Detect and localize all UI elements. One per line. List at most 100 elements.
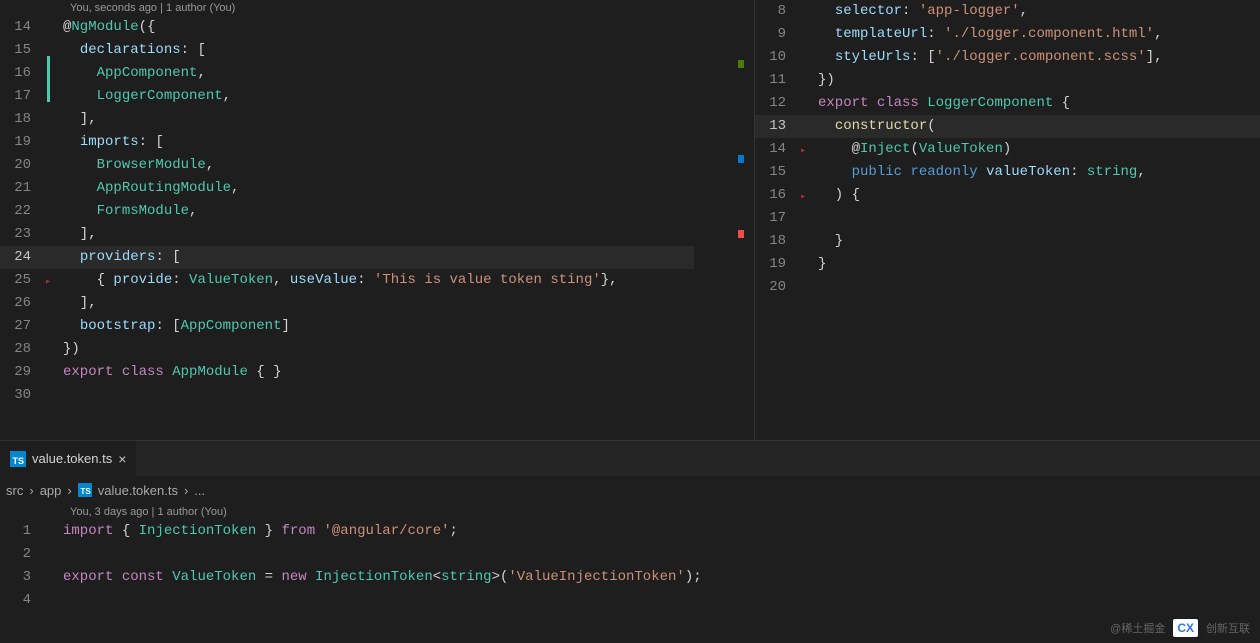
code-text[interactable]: AppRoutingModule, [63,177,754,200]
code-line[interactable]: 17 [755,207,1260,230]
breadcrumb[interactable]: src › app › TS value.token.ts › ... [0,476,1260,504]
code-line[interactable]: 4 [0,589,1260,612]
line-number[interactable]: 22 [0,200,45,223]
code-text[interactable]: @Inject(ValueToken) [818,138,1260,161]
code-line[interactable]: 1import { InjectionToken } from '@angula… [0,520,1260,543]
breakpoint-gutter[interactable] [800,253,818,276]
code-line[interactable]: 20 BrowserModule, [0,154,754,177]
code-line[interactable]: 23 ], [0,223,754,246]
line-number[interactable]: 27 [0,315,45,338]
breakpoint-gutter[interactable] [800,276,818,299]
breakpoint-gutter[interactable] [45,338,63,361]
code-text[interactable]: export class LoggerComponent { [818,92,1260,115]
breakpoint-gutter[interactable] [45,520,63,543]
breakpoint-gutter[interactable] [800,69,818,92]
code-text[interactable] [63,589,1260,612]
line-number[interactable]: 8 [755,0,800,23]
breakpoint-gutter[interactable] [800,207,818,230]
breakpoint-gutter[interactable] [45,39,63,62]
line-number[interactable]: 26 [0,292,45,315]
code-line[interactable]: 8 selector: 'app-logger', [755,0,1260,23]
line-number[interactable]: 10 [755,46,800,69]
line-number[interactable]: 2 [0,543,45,566]
codelens-left[interactable]: You, seconds ago | 1 author (You) [0,0,754,16]
line-number[interactable]: 19 [755,253,800,276]
code-area-left[interactable]: 14 @NgModule({15 declarations: [16 AppCom… [0,16,754,407]
code-text[interactable] [63,384,754,407]
line-number[interactable]: 14 [755,138,800,161]
breakpoint-gutter[interactable] [800,230,818,253]
editor-pane-left[interactable]: You, seconds ago | 1 author (You) 14 @NgM… [0,0,755,440]
code-line[interactable]: 19 imports: [ [0,131,754,154]
code-line[interactable]: 15 declarations: [ [0,39,754,62]
code-line[interactable]: 12export class LoggerComponent { [755,92,1260,115]
line-number[interactable]: 20 [0,154,45,177]
line-number[interactable]: 28 [0,338,45,361]
editor-pane-bottom[interactable]: TS value.token.ts × src › app › TS value… [0,440,1260,643]
line-number[interactable]: 14 [0,16,45,39]
editor-pane-right[interactable]: 8 selector: 'app-logger',9 templateUrl: … [755,0,1260,440]
line-number[interactable]: 25 [0,269,45,292]
code-line[interactable]: 11}) [755,69,1260,92]
breakpoint-gutter[interactable]: ▸ [800,184,818,207]
code-line[interactable]: 20 [755,276,1260,299]
code-line[interactable]: 24 providers: [ [0,246,754,269]
code-text[interactable]: LoggerComponent, [63,85,754,108]
code-text[interactable]: ], [63,292,754,315]
code-text[interactable]: declarations: [ [63,39,754,62]
code-text[interactable]: export const ValueToken = new InjectionT… [63,566,1260,589]
line-number[interactable]: 30 [0,384,45,407]
breakpoint-gutter[interactable] [800,92,818,115]
line-number[interactable]: 13 [755,115,800,138]
code-line[interactable]: 2 [0,543,1260,566]
code-line[interactable]: 27 bootstrap: [AppComponent] [0,315,754,338]
code-line[interactable]: 25▸ { provide: ValueToken, useValue: 'Th… [0,269,754,292]
line-number[interactable]: 15 [755,161,800,184]
code-line[interactable]: 3 export const ValueToken = new Injection… [0,566,1260,589]
breakpoint-gutter[interactable] [800,115,818,138]
code-area-bottom[interactable]: 1import { InjectionToken } from '@angula… [0,520,1260,612]
code-text[interactable]: } [818,253,1260,276]
line-number[interactable]: 18 [755,230,800,253]
breadcrumb-item[interactable]: ... [194,483,205,498]
breakpoint-gutter[interactable] [45,200,63,223]
code-text[interactable]: AppComponent, [63,62,754,85]
breakpoint-gutter[interactable] [45,16,63,39]
line-number[interactable]: 16 [755,184,800,207]
line-number[interactable]: 9 [755,23,800,46]
line-number[interactable]: 3 [0,566,45,589]
code-text[interactable] [63,543,1260,566]
line-number[interactable]: 19 [0,131,45,154]
code-text[interactable]: } [818,230,1260,253]
close-icon[interactable]: × [118,451,126,467]
code-line[interactable]: 16 AppComponent, [0,62,754,85]
breadcrumb-item[interactable]: value.token.ts [98,483,178,498]
breakpoint-gutter[interactable] [800,0,818,23]
code-line[interactable]: 16▸ ) { [755,184,1260,207]
line-number[interactable]: 24 [0,246,45,269]
codelens-bottom[interactable]: You, 3 days ago | 1 author (You) [0,504,1260,520]
code-text[interactable] [818,276,1260,299]
code-area-right[interactable]: 8 selector: 'app-logger',9 templateUrl: … [755,0,1260,299]
code-line[interactable]: 28}) [0,338,754,361]
breakpoint-gutter[interactable] [800,161,818,184]
code-line[interactable]: 9 templateUrl: './logger.component.html'… [755,23,1260,46]
code-text[interactable]: @NgModule({ [63,16,754,39]
code-text[interactable]: selector: 'app-logger', [818,0,1260,23]
code-text[interactable]: }) [818,69,1260,92]
code-line[interactable]: 15 public readonly valueToken: string, [755,161,1260,184]
line-number[interactable]: 17 [0,85,45,108]
line-number[interactable]: 17 [755,207,800,230]
line-number[interactable]: 29 [0,361,45,384]
breakpoint-gutter[interactable] [45,62,63,85]
breakpoint-gutter[interactable] [45,85,63,108]
code-text[interactable] [818,207,1260,230]
code-line[interactable]: 21 AppRoutingModule, [0,177,754,200]
code-line[interactable]: 14▸ @Inject(ValueToken) [755,138,1260,161]
breakpoint-gutter[interactable] [45,177,63,200]
code-line[interactable]: 22 FormsModule, [0,200,754,223]
breakpoint-gutter[interactable] [45,543,63,566]
breakpoint-gutter[interactable] [45,108,63,131]
breakpoint-gutter[interactable]: ▸ [800,138,818,161]
code-text[interactable]: public readonly valueToken: string, [818,161,1260,184]
